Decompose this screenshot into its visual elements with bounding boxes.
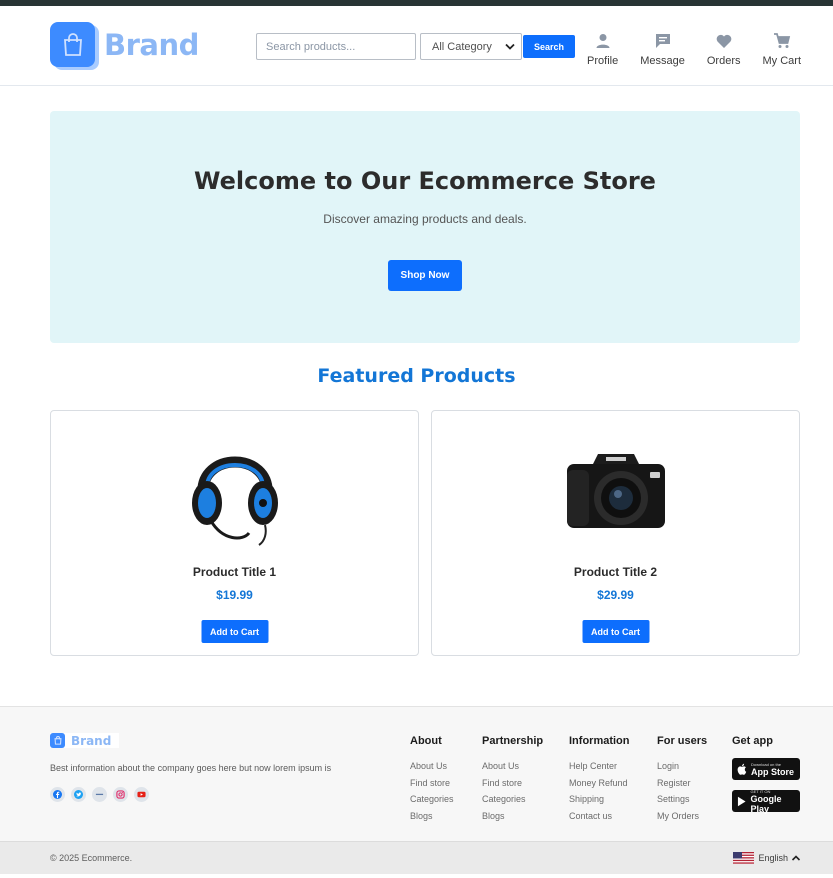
app-store-big: App Store — [751, 766, 795, 777]
youtube-icon[interactable] — [134, 787, 149, 802]
search-input[interactable] — [256, 33, 416, 60]
footer-brand-name: Brand — [71, 733, 112, 748]
language-selector[interactable]: English — [733, 852, 801, 864]
linkedin-icon[interactable] — [92, 787, 107, 802]
nav-message-label: Message — [640, 55, 685, 67]
brand-name: Brand — [104, 27, 199, 62]
app-store-text: Download on the App Store — [751, 762, 794, 777]
nav-orders[interactable]: Orders — [707, 32, 741, 67]
shop-now-button[interactable]: Shop Now — [388, 260, 462, 291]
footer-link[interactable]: Categories — [410, 791, 454, 808]
language-label: English — [758, 853, 788, 863]
play-store-icon — [737, 796, 746, 806]
product-card: Product Title 1 $19.99 Add to Cart — [50, 410, 419, 656]
heart-icon — [716, 34, 732, 48]
product-price: $29.99 — [597, 588, 634, 602]
nav-profile-label: Profile — [587, 55, 619, 67]
us-flag-icon — [733, 852, 755, 864]
nav-message[interactable]: Message — [640, 32, 685, 67]
hero-banner: Welcome to Our Ecommerce Store Discover … — [50, 111, 800, 343]
footer-column-title: About — [410, 735, 442, 747]
footer-link[interactable]: Categories — [482, 791, 543, 808]
header-actions: Profile Message Orders My Cart — [565, 32, 801, 67]
footer-column-get-app: Get app Download on the App Store GET IT… — [732, 735, 800, 822]
shopping-bag-icon — [50, 22, 95, 67]
footer-link[interactable]: My Orders — [657, 808, 707, 825]
footer-column-title: Information — [569, 735, 630, 747]
apple-icon — [737, 763, 747, 775]
footer-brand-logo[interactable]: Brand — [50, 733, 120, 748]
facebook-icon[interactable] — [50, 787, 65, 802]
hero-title: Welcome to Our Ecommerce Store — [194, 167, 656, 195]
featured-products-title: Featured Products — [317, 365, 516, 387]
footer-link[interactable]: Login — [657, 758, 707, 775]
footer-column-about: About About Us Find store Categories Blo… — [410, 735, 454, 824]
nav-orders-label: Orders — [706, 55, 741, 67]
footer-link[interactable]: Contact us — [569, 808, 630, 825]
footer-bottom-bar: © 2025 Ecommerce. English — [0, 841, 833, 874]
product-image-headphones[interactable] — [51, 431, 418, 549]
chevron-down-icon — [505, 43, 515, 50]
chevron-up-icon — [791, 855, 801, 861]
footer-column-for-users: For users Login Register Settings My Ord… — [657, 735, 707, 824]
category-select-value: All Category — [432, 40, 492, 53]
footer-column-title: For users — [657, 735, 708, 747]
cart-icon — [773, 33, 790, 48]
add-to-cart-button[interactable]: Add to Cart — [582, 620, 649, 643]
message-icon — [655, 34, 670, 48]
footer-link[interactable]: Shipping — [569, 791, 630, 808]
footer-link[interactable]: Find store — [410, 775, 454, 792]
footer-link[interactable]: Money Refund — [569, 775, 630, 792]
footer-column-title: Partnership — [482, 735, 544, 747]
google-play-badge[interactable]: GET IT ON Google Play — [732, 789, 800, 814]
site-header: Brand All Category Search Profile Messag… — [0, 6, 833, 86]
footer-column-partnership: Partnership About Us Find store Categori… — [482, 735, 543, 824]
headphones-icon — [191, 456, 278, 546]
search-bar: All Category Search — [256, 33, 576, 60]
nav-cart[interactable]: My Cart — [762, 32, 802, 67]
twitter-icon[interactable] — [71, 787, 86, 802]
google-play-big: Google Play — [750, 793, 782, 814]
footer-link[interactable]: About Us — [410, 758, 454, 775]
brand-logo[interactable]: Brand — [50, 22, 199, 67]
footer-link[interactable]: Blogs — [482, 808, 543, 825]
category-select[interactable]: All Category — [420, 33, 522, 60]
footer-column-information: Information Help Center Money Refund Shi… — [569, 735, 630, 824]
nav-profile[interactable]: Profile — [587, 32, 618, 67]
shopping-bag-icon — [50, 733, 65, 748]
instagram-icon[interactable] — [113, 787, 128, 802]
footer-description: Best information about the company goes … — [50, 763, 332, 773]
app-store-badge[interactable]: Download on the App Store — [732, 758, 800, 780]
footer-column-title: Get app — [732, 735, 773, 747]
product-image-camera[interactable] — [432, 431, 799, 549]
camera-icon — [566, 454, 665, 528]
hero-subtitle: Discover amazing products and deals. — [323, 212, 527, 226]
social-links — [50, 787, 155, 802]
profile-icon — [596, 34, 610, 48]
footer-link[interactable]: Blogs — [410, 808, 454, 825]
add-to-cart-button[interactable]: Add to Cart — [201, 620, 268, 643]
product-title[interactable]: Product Title 1 — [51, 565, 418, 579]
footer-link[interactable]: Help Center — [569, 758, 630, 775]
footer-link[interactable]: About Us — [482, 758, 543, 775]
product-card: Product Title 2 $29.99 Add to Cart — [431, 410, 800, 656]
footer-link[interactable]: Register — [657, 775, 707, 792]
product-price: $19.99 — [216, 588, 253, 602]
nav-cart-label: My Cart — [762, 55, 802, 67]
product-title[interactable]: Product Title 2 — [432, 565, 799, 579]
footer-link[interactable]: Settings — [657, 791, 707, 808]
google-play-text: GET IT ON Google Play — [751, 789, 800, 814]
copyright-text: © 2025 Ecommerce. — [50, 853, 133, 863]
site-footer: Brand Best information about the company… — [0, 706, 833, 841]
footer-link[interactable]: Find store — [482, 775, 543, 792]
